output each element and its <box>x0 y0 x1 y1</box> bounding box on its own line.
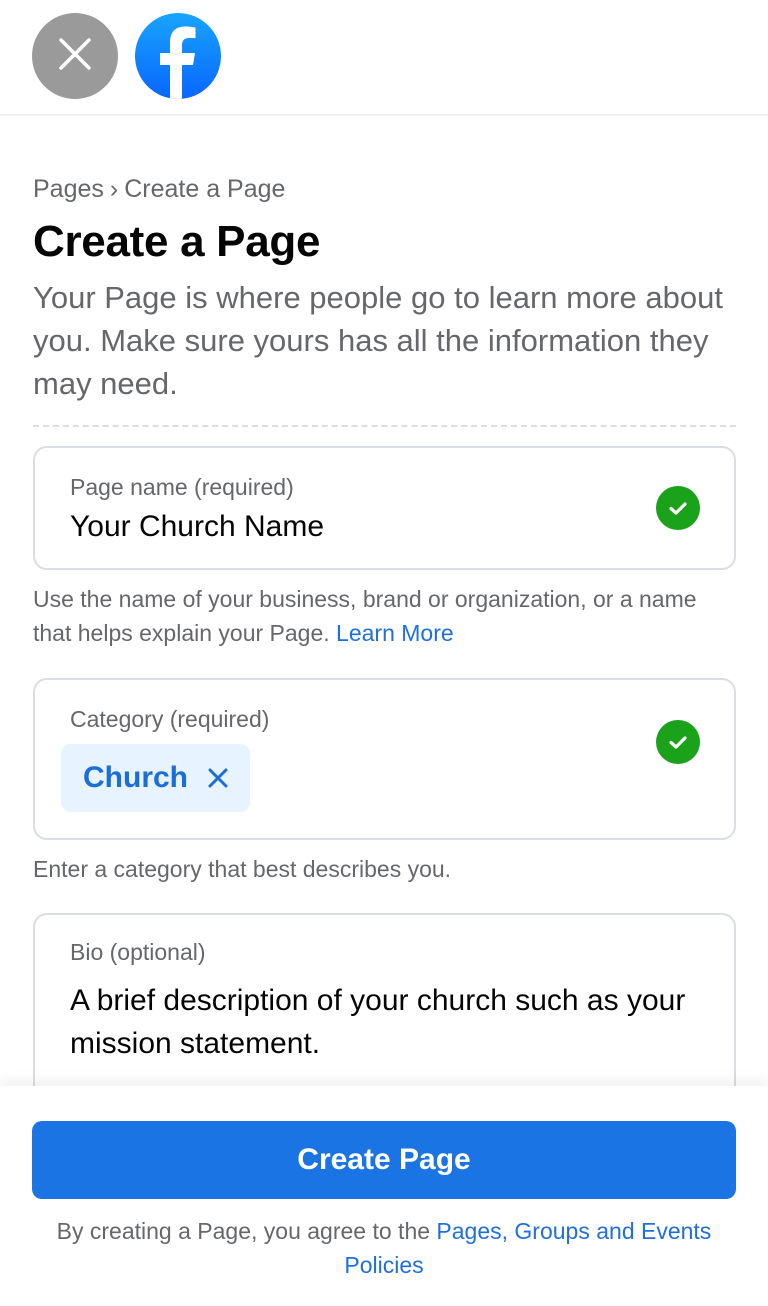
check-circle-icon <box>656 486 700 530</box>
footer: Create Page By creating a Page, you agre… <box>0 1086 768 1306</box>
breadcrumb: Pages › Create a Page <box>33 170 736 208</box>
top-bar <box>0 0 768 116</box>
category-helper: Enter a category that best describes you… <box>33 856 452 882</box>
page-name-field[interactable]: Page name (required) Your Church Name <box>33 446 736 570</box>
close-icon <box>57 36 93 77</box>
check-circle-icon <box>656 720 700 764</box>
category-label: Category (required) <box>70 706 270 732</box>
category-chip-label: Church <box>83 761 188 794</box>
remove-chip-icon[interactable] <box>208 768 228 788</box>
page-title: Create a Page <box>33 217 321 266</box>
learn-more-link[interactable]: Learn More <box>336 620 454 646</box>
page-name-input[interactable]: Your Church Name <box>70 510 324 544</box>
category-field[interactable]: Category (required) Church <box>33 678 736 840</box>
page-header: Pages › Create a Page Create a Page Your P… <box>33 170 736 427</box>
page-description: Your Page is where people go to learn mo… <box>33 280 723 401</box>
breadcrumb-item-pages[interactable]: Pages <box>33 175 104 203</box>
terms-text: By creating a Page, you agree to the Pag… <box>32 1214 736 1282</box>
page-name-helper: Use the name of your business, brand or … <box>33 582 736 650</box>
page-name-label: Page name (required) <box>70 474 294 500</box>
divider <box>33 425 736 427</box>
category-chip[interactable]: Church <box>61 744 250 812</box>
breadcrumb-item-current: Create a Page <box>124 175 286 203</box>
bio-input[interactable]: A brief description of your church such … <box>70 979 690 1065</box>
breadcrumb-separator: › <box>109 175 119 203</box>
bio-label: Bio (optional) <box>70 939 206 965</box>
create-page-button[interactable]: Create Page <box>32 1121 736 1199</box>
facebook-logo-icon <box>135 13 221 99</box>
close-button[interactable] <box>32 13 118 99</box>
terms-prefix: By creating a Page, you agree to the <box>56 1218 431 1244</box>
